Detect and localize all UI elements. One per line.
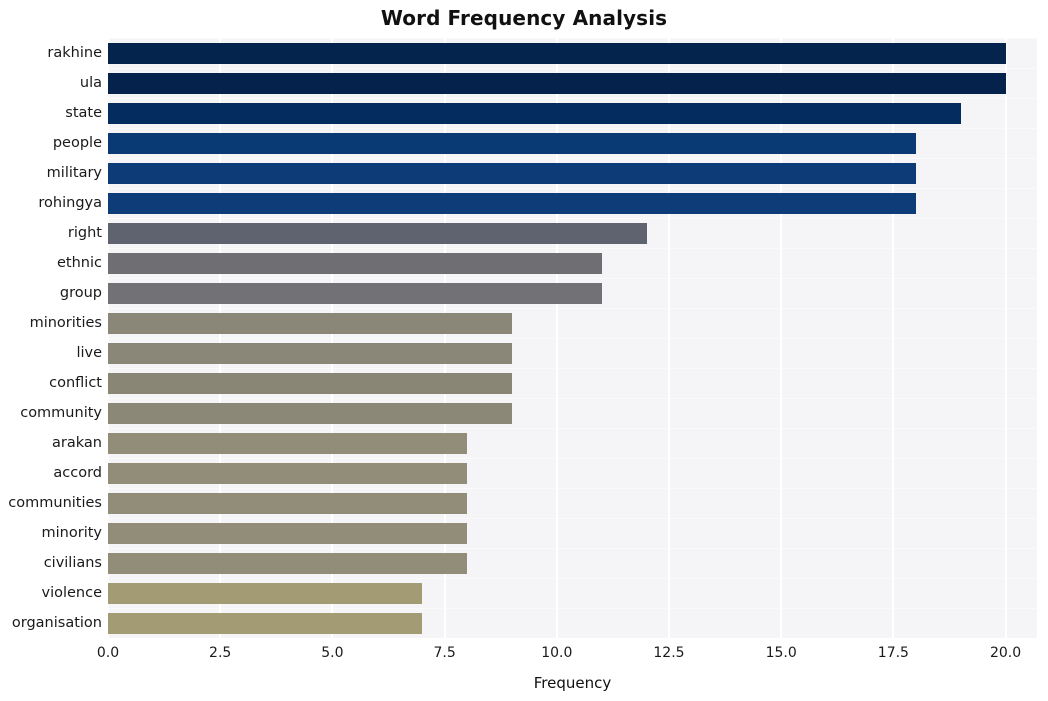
y-axis-tick-label: communities: [8, 495, 102, 511]
grid-line-horizontal: [108, 458, 1037, 459]
grid-line-horizontal: [108, 548, 1037, 549]
x-axis-tick-label: 12.5: [653, 645, 685, 661]
chart-title: Word Frequency Analysis: [380, 6, 668, 30]
bar: [108, 522, 468, 544]
y-axis-tick-label: ethnic: [57, 255, 102, 271]
y-axis-tick-label: rohingya: [38, 195, 102, 211]
bar: [108, 462, 468, 484]
grid-line-horizontal: [108, 218, 1037, 219]
y-axis-labels: rakhine ula state people military rohingya rig…: [0, 38, 102, 638]
y-axis-tick-label: ula: [79, 75, 102, 91]
grid-line-vertical: [219, 38, 222, 638]
y-axis-tick-label: minority: [41, 525, 102, 541]
bar: [108, 282, 602, 304]
grid-line-horizontal: [108, 98, 1037, 99]
y-axis-tick-label: live: [76, 345, 102, 361]
grid-line-horizontal: [108, 578, 1037, 579]
y-axis-tick-label: violence: [41, 585, 102, 601]
x-axis-tick-label: 17.5: [877, 645, 909, 661]
bar: [108, 132, 916, 154]
y-axis-tick-label: civilians: [43, 555, 102, 571]
chart-figure: Word Frequency Analysis rakhine ula state p…: [0, 0, 1048, 701]
grid-line-vertical: [780, 38, 783, 638]
grid-line-vertical: [108, 38, 109, 638]
bar: [108, 372, 512, 394]
grid-line-horizontal: [108, 278, 1037, 279]
x-axis-tick-label: 7.5: [433, 645, 456, 661]
bar: [108, 432, 468, 454]
grid-line-horizontal: [108, 158, 1037, 159]
grid-line-horizontal: [108, 338, 1037, 339]
bar: [108, 492, 468, 514]
grid-line-horizontal: [108, 68, 1037, 69]
bar: [108, 42, 1006, 64]
y-axis-tick-label: organisation: [11, 615, 102, 631]
grid-line-horizontal: [108, 428, 1037, 429]
x-axis-tick-label: 20.0: [989, 645, 1022, 661]
y-axis-tick-label: community: [20, 405, 102, 421]
y-axis-tick-label: people: [52, 135, 102, 151]
bar: [108, 402, 512, 424]
y-axis-tick-label: group: [59, 285, 102, 301]
x-axis-tick-labels: 0.0 2.5 5.0 7.5 10.0 12.5 15.0 17.5 20.0: [0, 645, 1048, 667]
bar: [108, 312, 512, 334]
x-axis-title: Frequency: [533, 674, 612, 692]
bar: [108, 612, 423, 634]
grid-line-horizontal: [108, 308, 1037, 309]
grid-line-horizontal: [108, 38, 1037, 39]
y-axis-tick-label: minorities: [29, 315, 102, 331]
bar: [108, 222, 647, 244]
bar: [108, 192, 916, 214]
y-axis-tick-label: accord: [53, 465, 102, 481]
grid-line-vertical: [443, 38, 446, 638]
x-axis-tick-label: 10.0: [541, 645, 573, 661]
bar: [108, 162, 916, 184]
y-axis-tick-label: rakhine: [47, 45, 102, 61]
grid-line-vertical: [331, 38, 334, 638]
bar: [108, 552, 468, 574]
grid-line-horizontal: [108, 368, 1037, 369]
bar: [108, 582, 423, 604]
grid-line-horizontal: [108, 488, 1037, 489]
x-axis-tick-label: 2.5: [209, 645, 232, 661]
grid-line-vertical: [1004, 38, 1007, 638]
grid-line-horizontal: [108, 398, 1037, 399]
y-axis-tick-label: military: [46, 165, 102, 181]
y-axis-tick-label: state: [65, 105, 102, 121]
grid-line-horizontal: [108, 188, 1037, 189]
y-axis-tick-label: conflict: [49, 375, 102, 391]
grid-line-horizontal: [108, 518, 1037, 519]
grid-line-vertical: [667, 38, 670, 638]
grid-line-vertical: [892, 38, 895, 638]
plot-area: [108, 38, 1037, 638]
bar: [108, 102, 961, 124]
y-axis-tick-label: right: [67, 225, 102, 241]
y-axis-tick-label: arakan: [52, 435, 102, 451]
grid-line-horizontal: [108, 608, 1037, 609]
bar: [108, 252, 602, 274]
x-axis-tick-label: 0.0: [96, 645, 120, 661]
grid-line-vertical: [555, 38, 558, 638]
grid-line-horizontal: [108, 128, 1037, 129]
x-axis-tick-label: 15.0: [765, 645, 797, 661]
bar: [108, 342, 512, 364]
x-axis-tick-label: 5.0: [321, 645, 344, 661]
grid-line-horizontal: [108, 248, 1037, 249]
bar: [108, 72, 1006, 94]
